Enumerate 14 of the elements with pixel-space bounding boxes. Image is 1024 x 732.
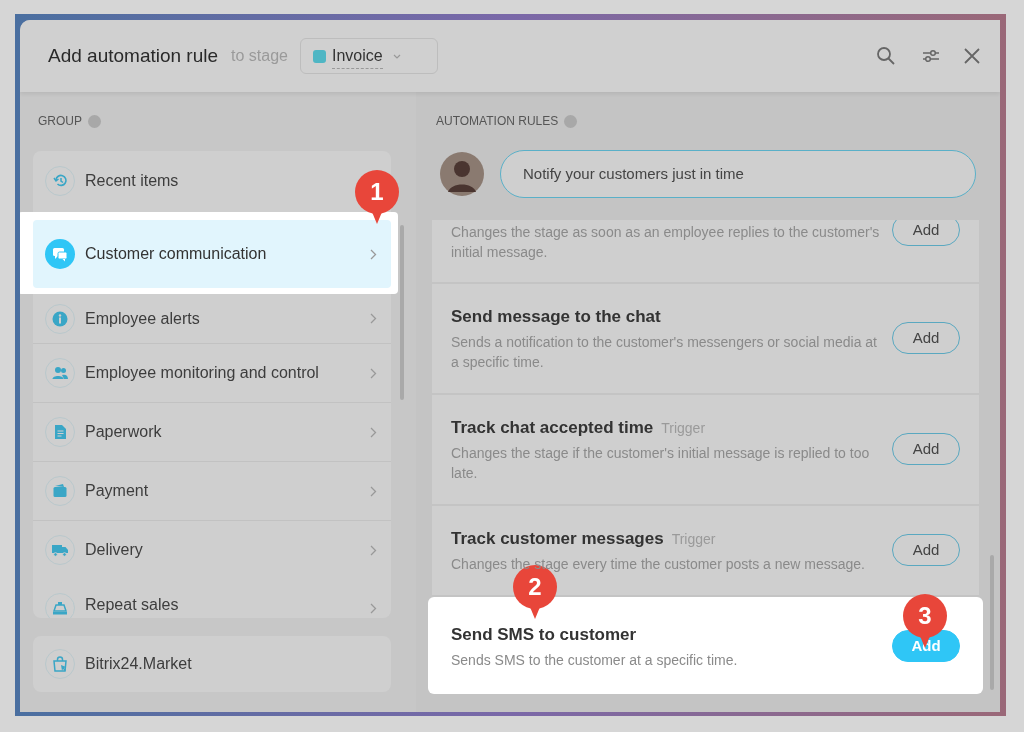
dialog-title: Add automation rule bbox=[48, 43, 219, 68]
rule-description: Changes the stage as soon as an employee replies to the customer's initial message. bbox=[451, 223, 880, 262]
rule-title: Track chat accepted time bbox=[451, 417, 654, 439]
rule-description: Sends a notification to the customer's messengers or social media at a specific time. bbox=[451, 333, 878, 372]
section-heading: GROUP bbox=[38, 113, 82, 130]
rule-description: Changes the stage if the customer's initial message is replied to too late. bbox=[451, 444, 871, 483]
step-callout-tooltip: 1 bbox=[355, 170, 399, 224]
rule-title: Send SMS to customer bbox=[451, 624, 637, 646]
rule-description: Sends SMS to the customer at a specific time. bbox=[451, 651, 739, 670]
speech-bubble: Notify your customers just in time bbox=[500, 150, 976, 198]
rule-description: Changes the stage every time the customer posts a new message. bbox=[451, 555, 866, 574]
rule-title: Send message to the chat bbox=[451, 306, 661, 328]
rule-title: Track customer messages bbox=[451, 528, 664, 550]
section-heading: AUTOMATION RULES bbox=[436, 113, 559, 130]
